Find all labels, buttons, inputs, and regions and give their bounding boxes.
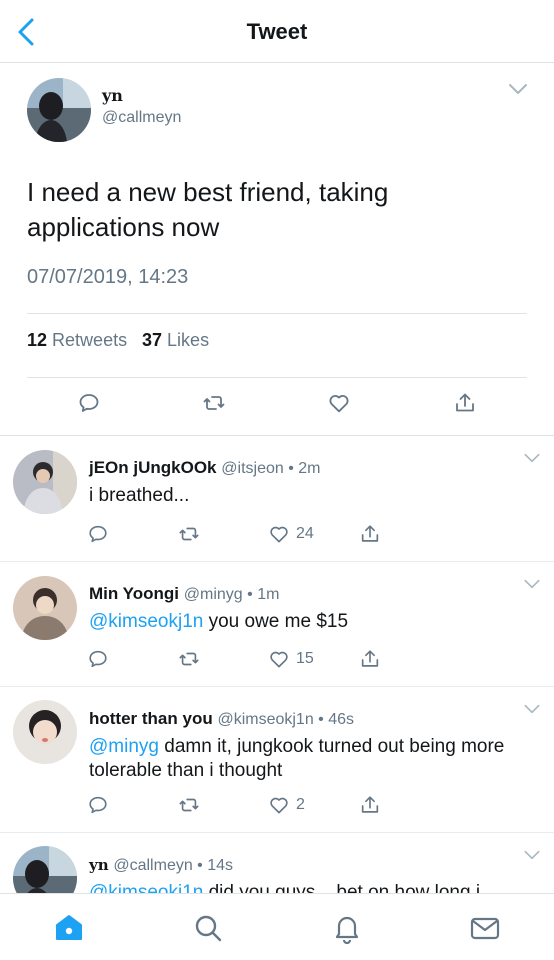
reply-text: @minyg damn it, jungkook turned out bein… [89,735,539,783]
retweets-count: 12 [27,330,48,350]
reply-text: @kimseokj1n did you guys... bet on how l… [89,881,539,893]
like-icon[interactable] [268,648,290,670]
reply-time: 1m [257,586,280,603]
reply-tweet[interactable]: Min Yoongi @minyg • 1m @kimseokj1n you o… [0,562,554,687]
chevron-down-icon[interactable] [522,699,542,719]
share-icon[interactable] [453,391,477,415]
avatar[interactable] [27,78,91,142]
reply-author-name[interactable]: jEOn jUngkOOk [89,458,217,477]
reply-icon[interactable] [87,523,109,545]
like-count: 2 [296,796,305,813]
avatar[interactable] [13,700,77,764]
retweet-icon[interactable] [178,648,200,670]
share-icon[interactable] [359,794,381,816]
chevron-down-icon[interactable] [506,77,530,101]
retweet-icon[interactable] [178,794,200,816]
reply-header: Min Yoongi @minyg • 1m [89,584,279,604]
reply-mention[interactable]: @minyg [89,736,159,757]
reply-body: you owe me $15 [203,611,349,632]
reply-icon[interactable] [87,648,109,670]
retweet-icon[interactable] [202,391,226,415]
likes-stat[interactable]: 37 Likes [142,330,209,351]
home-icon[interactable] [53,912,85,944]
reply-author-handle[interactable]: @kimseokj1n [217,711,313,728]
chevron-down-icon[interactable] [522,574,542,594]
reply-header: yn @callmeyn • 14s [89,855,233,875]
messages-icon[interactable] [469,912,501,944]
tweet-timestamp: 07/07/2019, 14:23 [27,266,189,288]
share-icon[interactable] [359,648,381,670]
author-name[interactable]: yn [102,86,123,105]
bottom-tab-bar [0,893,554,960]
retweets-label: Retweets [52,330,128,350]
reply-author-handle[interactable]: @itsjeon [221,460,284,477]
top-navigation-bar: Tweet [0,0,554,63]
reply-text: @kimseokj1n you owe me $15 [89,610,539,634]
avatar[interactable] [13,450,77,514]
avatar[interactable] [13,846,77,893]
reply-icon[interactable] [77,391,101,415]
like-count: 15 [296,650,314,667]
separator: • [192,857,208,874]
reply-header: jEOn jUngkOOk @itsjeon • 2m [89,458,321,478]
reply-body: i breathed... [89,485,190,506]
reply-tweet[interactable]: hotter than you @kimseokj1n • 46s @minyg… [0,687,554,833]
search-icon[interactable] [192,912,224,944]
share-icon[interactable] [359,523,381,545]
reply-tweet[interactable]: yn @callmeyn • 14s @kimseokj1n did you g… [0,833,554,893]
main-tweet: yn @callmeyn I need a new best friend, t… [0,63,554,436]
reply-author-handle[interactable]: @minyg [184,586,243,603]
reply-icon[interactable] [87,794,109,816]
like-icon[interactable] [268,794,290,816]
likes-count: 37 [142,330,163,350]
reply-time: 14s [207,857,234,874]
like-icon[interactable] [268,523,290,545]
tweet-stats: 12 Retweets 37 Likes [27,313,527,378]
reply-author-name[interactable]: Min Yoongi [89,584,179,603]
likes-label: Likes [167,330,210,350]
like-count: 24 [296,525,314,542]
reply-time: 46s [328,711,355,728]
author-handle[interactable]: @callmeyn [102,109,181,127]
reply-mention[interactable]: @kimseokj1n [89,611,203,632]
reply-text: i breathed... [89,484,539,508]
separator: • [242,586,258,603]
reply-author-name[interactable]: yn [89,856,109,874]
tweet-text: I need a new best friend, taking applica… [27,177,389,242]
reply-author-handle[interactable]: @callmeyn [113,857,192,874]
chevron-down-icon[interactable] [522,845,542,865]
retweet-icon[interactable] [178,523,200,545]
chevron-down-icon[interactable] [522,448,542,468]
reply-author-name[interactable]: hotter than you [89,709,213,728]
reply-tweet[interactable]: jEOn jUngkOOk @itsjeon • 2m i breathed..… [0,436,554,562]
reply-header: hotter than you @kimseokj1n • 46s [89,709,354,729]
avatar[interactable] [13,576,77,640]
reply-time: 2m [298,460,321,477]
retweets-stat[interactable]: 12 Retweets [27,330,127,351]
like-icon[interactable] [327,391,351,415]
notifications-icon[interactable] [331,912,363,944]
reply-mention[interactable]: @kimseokj1n [89,882,203,893]
separator: • [283,460,299,477]
page-title: Tweet [246,19,308,44]
separator: • [313,711,329,728]
reply-body: did you guys... bet on how long i [203,882,481,893]
